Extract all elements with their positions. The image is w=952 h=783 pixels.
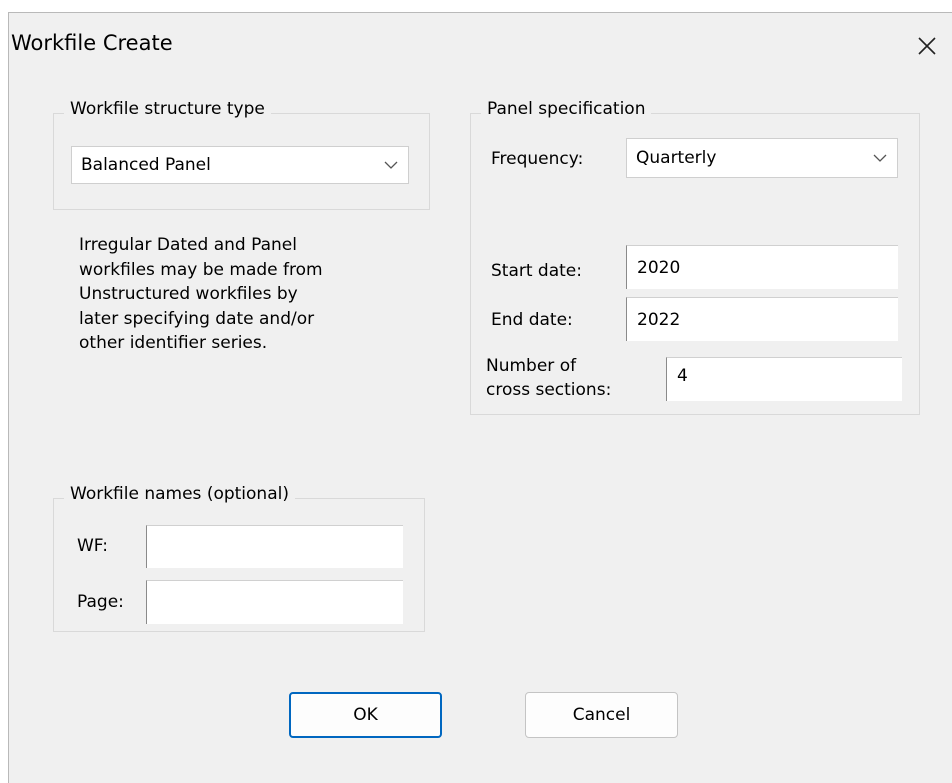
structure-note: Irregular Dated and Panel workfiles may …: [79, 233, 323, 356]
panel-spec-group: Panel specification Frequency: Quarterly…: [470, 99, 920, 415]
cross-sections-label-line: cross sections:: [486, 380, 612, 400]
note-line: workfiles may be made from: [79, 259, 323, 280]
title-bar: Workfile Create: [9, 13, 952, 77]
structure-type-value: Balanced Panel: [81, 155, 211, 175]
note-line: later specifying date and/or: [79, 308, 315, 329]
start-date-label: Start date:: [491, 261, 582, 281]
dialog-title: Workfile Create: [11, 31, 173, 55]
note-line: Unstructured workfiles by: [79, 284, 298, 304]
wf-label: WF:: [77, 536, 108, 556]
structure-type-legend: Workfile structure type: [64, 99, 271, 119]
panel-spec-legend: Panel specification: [481, 99, 652, 119]
end-date-label: End date:: [491, 310, 573, 330]
cross-sections-input[interactable]: 4: [666, 357, 902, 401]
page-label: Page:: [77, 592, 124, 612]
note-line: Irregular Dated and Panel: [79, 235, 297, 255]
cross-sections-label-line: Number of: [486, 356, 577, 376]
wf-name-input[interactable]: [146, 525, 403, 568]
cross-sections-label: Number of cross sections:: [486, 354, 611, 402]
chevron-down-icon: [873, 154, 887, 162]
frequency-select[interactable]: Quarterly: [626, 138, 898, 178]
page-name-input[interactable]: [146, 580, 403, 624]
start-date-input[interactable]: 2020: [626, 245, 898, 289]
end-date-input[interactable]: 2022: [626, 297, 898, 341]
close-button[interactable]: [912, 31, 942, 61]
ok-button[interactable]: OK: [289, 692, 442, 738]
workfile-create-dialog: Workfile Create Workfile structure type …: [8, 12, 952, 783]
structure-type-select[interactable]: Balanced Panel: [71, 146, 409, 184]
frequency-label: Frequency:: [491, 149, 584, 169]
frequency-value: Quarterly: [636, 148, 717, 168]
structure-type-group: Workfile structure type Balanced Panel: [53, 99, 430, 210]
chevron-down-icon: [384, 161, 398, 169]
close-icon: [918, 37, 936, 55]
workfile-names-legend: Workfile names (optional): [64, 484, 295, 504]
workfile-names-group: Workfile names (optional) WF: Page:: [53, 484, 425, 632]
cancel-button[interactable]: Cancel: [525, 692, 678, 738]
note-line: other identifier series.: [79, 333, 268, 353]
